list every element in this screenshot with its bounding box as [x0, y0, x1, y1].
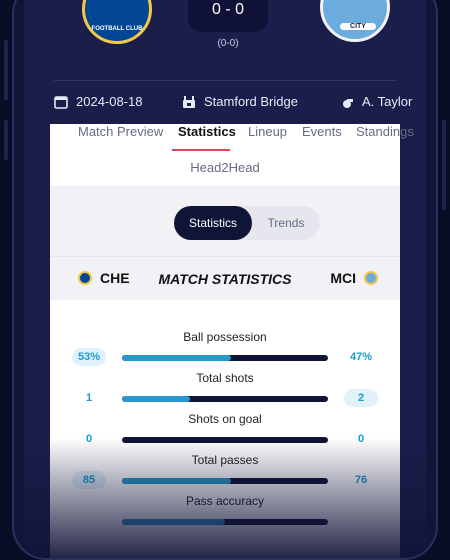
- view-toggle-area: Statistics Trends: [50, 186, 400, 256]
- stat-bar: [122, 355, 328, 361]
- stat-bar: [122, 437, 328, 443]
- stat-name: Total shots: [196, 371, 254, 385]
- man-city-mini-icon: [364, 271, 378, 285]
- tab-head2head[interactable]: Head2Head: [50, 160, 400, 175]
- stat-bar-home-fill: [122, 478, 232, 484]
- whistle-icon: [343, 98, 353, 108]
- stat-away-value: 76: [354, 474, 368, 486]
- stat-row: Shots on goal 0 0: [50, 412, 400, 454]
- view-toggle: Statistics Trends: [174, 206, 320, 240]
- stat-away-value: 0: [357, 433, 365, 445]
- stat-name: Total passes: [191, 453, 259, 467]
- stat-name: Shots on goal: [188, 412, 262, 426]
- match-tabs: Match Preview Statistics Lineup Events S…: [50, 124, 414, 184]
- tab-standings[interactable]: Standings: [356, 124, 414, 139]
- header-divider: [54, 80, 396, 81]
- chelsea-crest-text: FOOTBALL CLUB: [91, 26, 143, 32]
- stat-bar-home-fill: [122, 355, 232, 361]
- stat-bar: [122, 519, 328, 525]
- phone-side-button: [4, 120, 8, 160]
- stat-bar-home-fill: [122, 519, 225, 525]
- statistics-list: Ball possession 53% 47% Total shots 1 2 …: [50, 300, 400, 558]
- man-city-crest-text: CITY: [340, 23, 376, 30]
- stat-bar: [122, 478, 328, 484]
- stat-name: Ball possession: [183, 330, 267, 344]
- match-referee: A. Taylor: [340, 94, 412, 109]
- stat-row: Ball possession 53% 47%: [50, 330, 400, 372]
- match-date: 2024-08-18: [54, 94, 143, 109]
- stat-home-value: 0: [85, 433, 93, 445]
- chelsea-crest: FOOTBALL CLUB: [82, 0, 152, 44]
- away-team-code: MCI: [330, 270, 378, 286]
- away-team-code-label: MCI: [330, 270, 356, 286]
- toggle-statistics[interactable]: Statistics: [174, 206, 252, 240]
- tab-match-preview[interactable]: Match Preview: [78, 124, 163, 139]
- man-city-crest: CITY: [320, 0, 390, 42]
- phone-frame: FOOTBALL CLUB 0 - 0 (0-0) CITY 2024-08-1…: [12, 0, 438, 560]
- match-statistics-header: CHE MATCH STATISTICS MCI: [50, 256, 400, 300]
- stat-row: Total passes 85 76: [50, 453, 400, 495]
- phone-side-button: [4, 40, 8, 100]
- stat-home-value: 1: [85, 392, 93, 404]
- stat-name: Pass accuracy: [185, 494, 265, 508]
- tab-events[interactable]: Events: [302, 124, 342, 139]
- stat-row: Total shots 1 2: [50, 371, 400, 413]
- calendar-icon: [54, 95, 68, 109]
- stat-bar-home-fill: [122, 396, 190, 402]
- half-time-score: (0-0): [217, 38, 239, 49]
- active-tab-indicator: [172, 149, 230, 151]
- match-stadium-label: Stamford Bridge: [204, 94, 298, 109]
- stat-away-value: 2: [344, 389, 378, 407]
- score: 0 - 0: [188, 0, 268, 32]
- stat-bar: [122, 396, 328, 402]
- match-content: Match Preview Statistics Lineup Events S…: [50, 124, 414, 558]
- app-screen: FOOTBALL CLUB 0 - 0 (0-0) CITY 2024-08-1…: [24, 0, 426, 558]
- stadium-icon: [183, 95, 195, 108]
- phone-side-button: [442, 120, 446, 210]
- tab-lineup[interactable]: Lineup: [248, 124, 287, 139]
- match-stadium: Stamford Bridge: [182, 94, 298, 109]
- tab-statistics[interactable]: Statistics: [178, 124, 236, 139]
- stat-row: Pass accuracy: [50, 494, 400, 536]
- match-referee-label: A. Taylor: [362, 94, 413, 109]
- stat-home-value: 53%: [72, 348, 106, 366]
- match-date-label: 2024-08-18: [76, 94, 143, 109]
- toggle-trends[interactable]: Trends: [252, 206, 320, 240]
- stat-home-value: 85: [72, 471, 106, 489]
- stat-away-value: 47%: [349, 351, 373, 363]
